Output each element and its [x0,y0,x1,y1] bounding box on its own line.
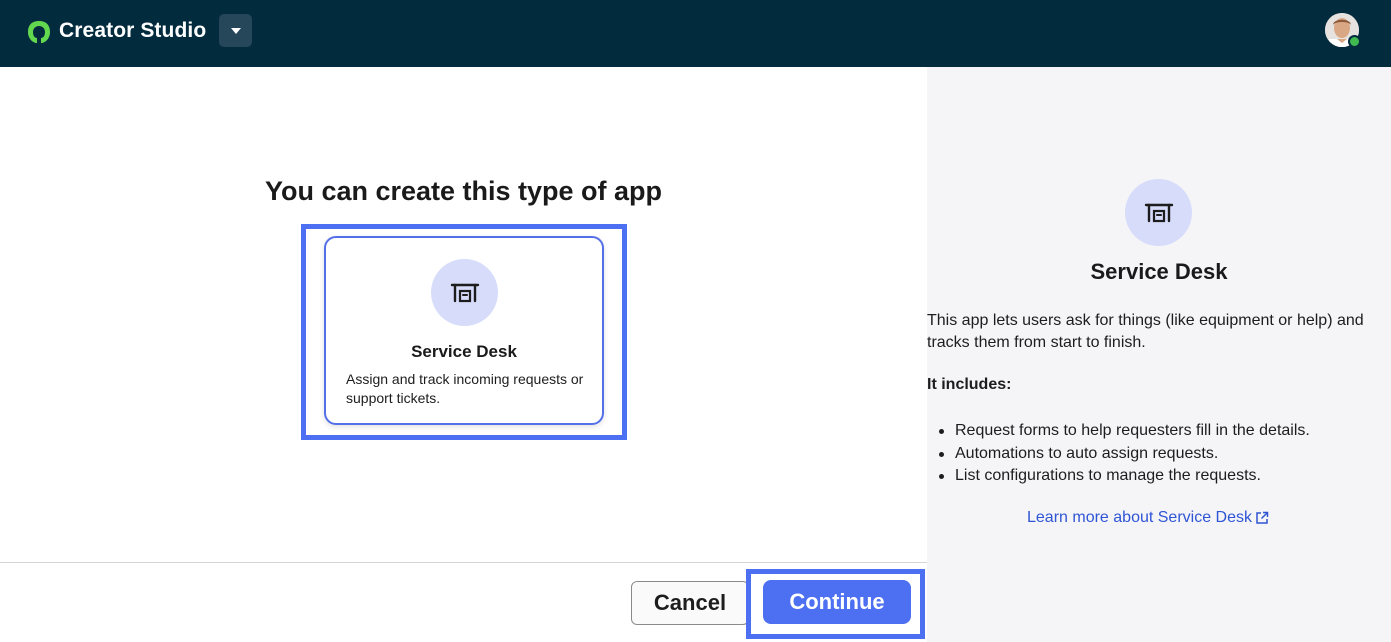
online-status-icon [1348,35,1361,48]
card-title: Service Desk [411,342,517,361]
cancel-button[interactable]: Cancel [631,581,749,625]
brand-title[interactable]: Creator Studio [59,16,206,46]
list-item: Automations to auto assign requests. [939,443,1385,466]
list-item: List configurations to manage the reques… [939,465,1385,488]
top-bar: Creator Studio [0,0,1391,67]
list-item: Request forms to help requesters fill in… [939,420,1385,443]
external-link-icon [1256,511,1269,524]
studio-menu-button[interactable] [219,14,252,47]
includes-heading: It includes: [927,376,1012,393]
learn-more-link[interactable]: Learn more about Service Desk [1027,509,1269,527]
page-title: You can create this type of app [264,176,663,206]
creator-logo-icon[interactable] [26,19,52,45]
card-description: Assign and track incoming requests or su… [346,371,584,406]
card-icon-badge [431,259,498,326]
learn-more-label: Learn more about Service Desk [1027,509,1252,526]
caret-down-icon [230,27,241,34]
main-panel: You can create this type of app Service … [0,67,927,642]
includes-list: Request forms to help requesters fill in… [939,420,1385,488]
app-type-card-service-desk[interactable]: Service Desk Assign and track incoming r… [324,236,604,425]
continue-button[interactable]: Continue [763,580,911,624]
details-title: Service Desk [1090,259,1228,284]
details-description: This app lets users ask for things (like… [927,312,1364,351]
service-desk-icon [1144,203,1173,222]
service-desk-icon [450,283,479,302]
user-avatar[interactable] [1325,13,1361,48]
footer-divider [0,562,927,563]
side-icon-badge [1125,179,1192,246]
details-panel: Service Desk This app lets users ask for… [927,67,1391,642]
